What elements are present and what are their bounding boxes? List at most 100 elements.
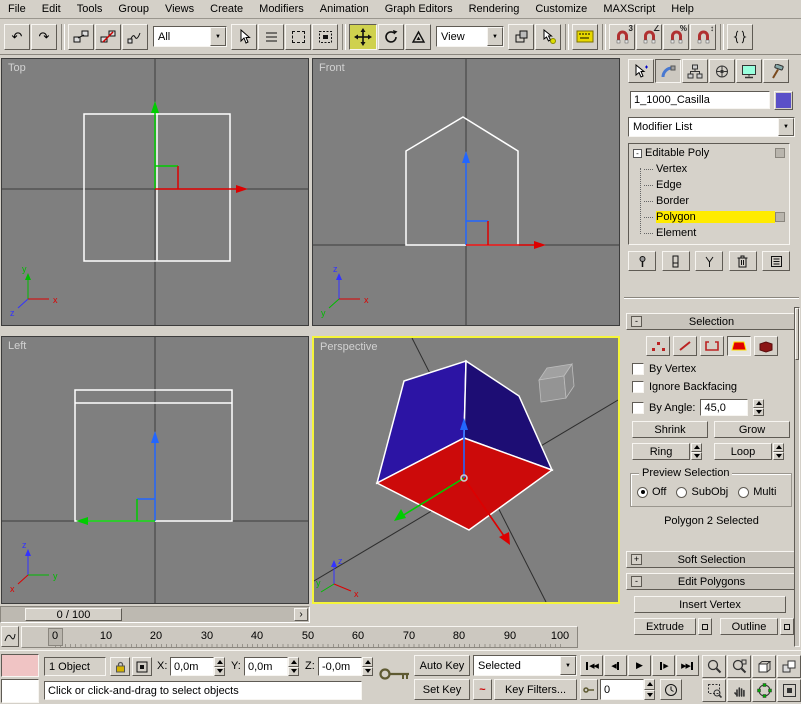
spinner-snap-toggle-button[interactable]: ↕ [690, 23, 716, 50]
show-end-result-button[interactable] [661, 251, 690, 271]
zoom-extents-all-button[interactable] [777, 655, 801, 678]
next-frame-button[interactable]: ▶ [652, 655, 675, 676]
select-object-button[interactable] [231, 23, 257, 50]
current-frame-field[interactable]: 0 [600, 679, 644, 700]
frame-spinner[interactable] [644, 679, 655, 700]
by-angle-checkbox[interactable] [632, 401, 644, 414]
play-button[interactable]: ▶ [628, 655, 651, 676]
preview-off-radio[interactable] [637, 486, 648, 498]
tab-modify[interactable] [655, 59, 681, 83]
make-unique-button[interactable] [695, 251, 723, 271]
object-name-field[interactable]: 1_1000_Casilla [630, 91, 770, 109]
vertex-subobject-button[interactable] [645, 336, 670, 356]
default-in-out-tangents-button[interactable]: ~ [473, 679, 492, 700]
undo-button[interactable]: ↶ [4, 23, 30, 50]
select-and-scale-button[interactable] [405, 23, 431, 50]
bind-to-space-warp-button[interactable] [122, 23, 148, 50]
rollout-collapse-icon[interactable]: - [631, 316, 642, 327]
menu-group[interactable]: Group [110, 1, 157, 17]
configure-modifier-sets-button[interactable] [762, 251, 790, 271]
viewport-left[interactable]: z y x Left [1, 336, 309, 604]
modifier-list-dropdown[interactable]: Modifier List ▼ [628, 117, 795, 137]
absolute-offset-mode-toggle[interactable] [132, 657, 152, 676]
go-to-start-button[interactable]: ◀◀ [580, 655, 603, 676]
angle-snap-toggle-button[interactable]: ∠ [636, 23, 662, 50]
menu-edit[interactable]: Edit [34, 1, 69, 17]
outline-button[interactable]: Outline [720, 618, 778, 635]
menu-graph-editors[interactable]: Graph Editors [377, 1, 461, 17]
viewport-perspective-label[interactable]: Perspective [320, 341, 377, 353]
menu-tools[interactable]: Tools [69, 1, 111, 17]
ring-button[interactable]: Ring [632, 443, 690, 460]
move-gizmo[interactable] [151, 101, 248, 193]
reference-coordsys-dropdown[interactable]: View ▼ [436, 26, 504, 47]
use-pivot-point-center-button[interactable] [508, 23, 534, 50]
zoom-extents-button[interactable] [752, 655, 776, 678]
grow-button[interactable]: Grow [714, 421, 790, 438]
stack-item-editable-poly[interactable]: - Editable Poly [630, 145, 788, 161]
ring-spinner[interactable] [691, 443, 702, 460]
track-bar-ruler[interactable]: 0 10 20 30 40 50 60 70 80 90 100 [21, 626, 578, 648]
menu-modifiers[interactable]: Modifiers [251, 1, 312, 17]
dropdown-arrow-icon[interactable]: ▼ [778, 118, 794, 136]
border-subobject-button[interactable] [699, 336, 724, 356]
shrink-button[interactable]: Shrink [632, 421, 708, 438]
wireframe-left[interactable] [74, 389, 233, 522]
arc-rotate-button[interactable] [752, 679, 776, 702]
menu-customize[interactable]: Customize [527, 1, 595, 17]
x-spinner[interactable] [214, 657, 225, 676]
rollout-expand-icon[interactable]: + [631, 554, 642, 565]
rollout-edit-polygons-header[interactable]: - Edit Polygons [626, 573, 797, 590]
select-and-manipulate-button[interactable] [535, 23, 561, 50]
set-key-button[interactable]: Set Key [414, 679, 470, 700]
loop-spinner[interactable] [773, 443, 784, 460]
select-and-link-button[interactable] [68, 23, 94, 50]
open-mini-curve-editor-button[interactable] [1, 626, 19, 647]
percent-snap-toggle-button[interactable]: % [663, 23, 689, 50]
unlink-selection-button[interactable] [95, 23, 121, 50]
key-mode-toggle-button[interactable] [580, 679, 598, 700]
by-vertex-checkbox[interactable] [632, 363, 644, 375]
outline-settings-button[interactable] [780, 618, 794, 635]
select-and-rotate-button[interactable] [378, 23, 404, 50]
x-coordinate-field[interactable]: 0,0m [170, 657, 214, 676]
viewport-front-label[interactable]: Front [319, 62, 345, 74]
selection-filter-dropdown[interactable]: All ▼ [153, 26, 227, 47]
y-coordinate-field[interactable]: 0,0m [244, 657, 288, 676]
edit-named-selection-sets-button[interactable] [727, 23, 753, 50]
stack-item-border[interactable]: Border [630, 193, 788, 209]
select-by-name-button[interactable] [258, 23, 284, 50]
viewport-top[interactable]: y x z Top [1, 58, 309, 326]
selection-lock-toggle[interactable] [110, 657, 130, 676]
time-configuration-button[interactable] [660, 679, 682, 700]
dropdown-arrow-icon[interactable]: ▼ [560, 656, 576, 675]
menu-rendering[interactable]: Rendering [461, 1, 528, 17]
preview-subobj-radio[interactable] [676, 486, 688, 498]
edge-subobject-button[interactable] [672, 336, 697, 356]
insert-vertex-button[interactable]: Insert Vertex [634, 596, 786, 613]
menu-views[interactable]: Views [157, 1, 202, 17]
key-filters-button[interactable]: Key Filters... [494, 679, 577, 700]
time-slider-next-button[interactable]: › [294, 608, 308, 621]
menu-maxscript[interactable]: MAXScript [595, 1, 663, 17]
viewport-top-label[interactable]: Top [8, 62, 26, 74]
menu-file[interactable]: File [0, 1, 34, 17]
loop-button[interactable]: Loop [714, 443, 772, 460]
stack-item-element[interactable]: Element [630, 225, 788, 241]
command-panel-scrollbar[interactable] [794, 307, 800, 647]
maximize-viewport-toggle[interactable] [777, 679, 801, 702]
rollout-selection-header[interactable]: - Selection [626, 313, 797, 330]
rectangular-selection-region-button[interactable] [285, 23, 311, 50]
viewport-front[interactable]: z x y Front [312, 58, 620, 326]
maxscript-mini-listener-macro[interactable] [1, 654, 39, 677]
zoom-button[interactable] [702, 655, 726, 678]
rollout-collapse-icon[interactable]: - [631, 576, 642, 587]
dropdown-arrow-icon[interactable]: ▼ [487, 27, 503, 46]
menu-help[interactable]: Help [663, 1, 702, 17]
collapse-icon[interactable]: - [633, 148, 642, 158]
keyboard-shortcut-override-button[interactable] [572, 23, 598, 50]
z-coordinate-field[interactable]: -0,0m [318, 657, 362, 676]
previous-frame-button[interactable]: ◀ [604, 655, 627, 676]
stack-item-edge[interactable]: Edge [630, 177, 788, 193]
rollout-soft-selection-header[interactable]: + Soft Selection [626, 551, 797, 568]
